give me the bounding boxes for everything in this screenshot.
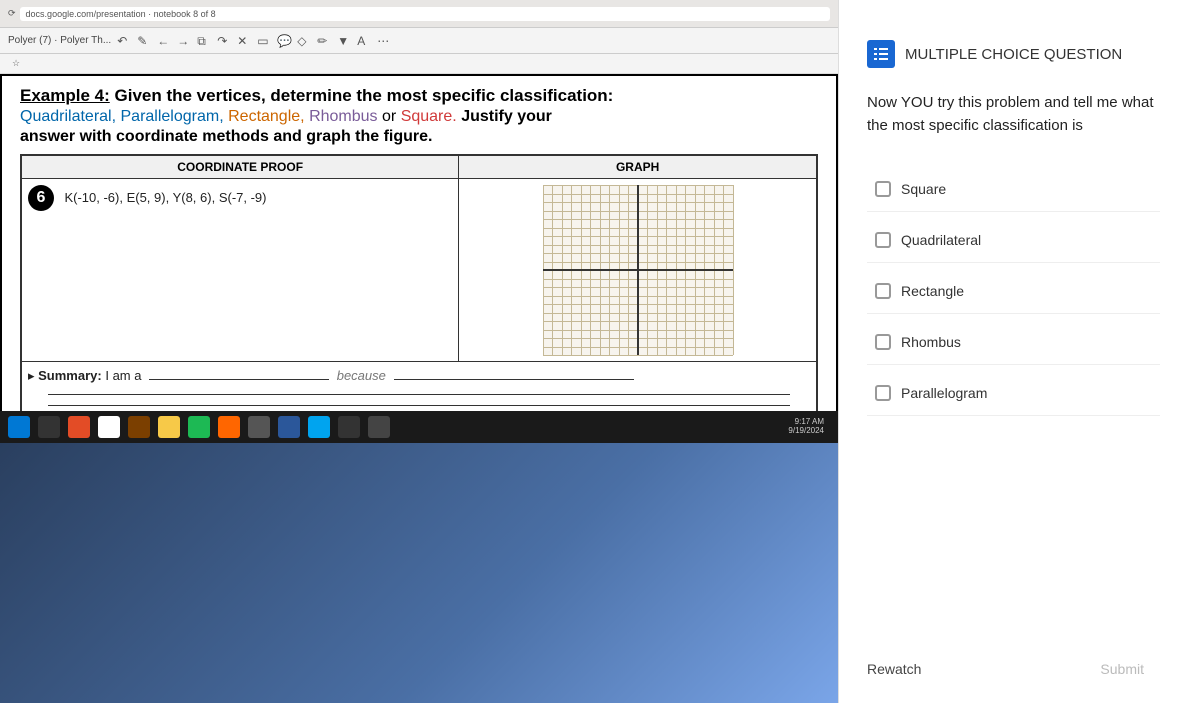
- redo-icon[interactable]: ↷: [217, 34, 231, 48]
- question-type-label: MULTIPLE CHOICE QUESTION: [905, 46, 1122, 63]
- checkbox-icon: [875, 385, 891, 401]
- word-icon[interactable]: [278, 416, 300, 438]
- spotify-icon[interactable]: [188, 416, 210, 438]
- question-footer: Rewatch Submit: [867, 637, 1160, 685]
- proof-table: COORDINATE PROOF GRAPH 6 K(-10, -6), E(5…: [20, 154, 818, 414]
- option-rhombus[interactable]: Rhombus: [867, 320, 1160, 365]
- col-coordinate-proof: COORDINATE PROOF: [21, 155, 459, 179]
- app2-icon[interactable]: [128, 416, 150, 438]
- taskbar-clock[interactable]: 9:17 AM 9/19/2024: [788, 418, 830, 436]
- browser-bar: ⟳ docs.google.com/presentation · noteboo…: [0, 0, 838, 28]
- eraser-icon[interactable]: ◇: [297, 34, 311, 48]
- shape-list: Quadrilateral, Parallelogram, Rectangle,…: [20, 108, 818, 126]
- problem-number-badge: 6: [28, 185, 54, 211]
- question-header: MULTIPLE CHOICE QUESTION: [867, 40, 1160, 68]
- app3-icon[interactable]: [338, 416, 360, 438]
- summary-row: ▸ Summary: I am a because: [21, 362, 817, 414]
- star-icon[interactable]: ☆: [12, 58, 20, 69]
- windows-taskbar[interactable]: 9:17 AM 9/19/2024: [0, 411, 838, 443]
- chrome-icon[interactable]: [98, 416, 120, 438]
- arrow-left-icon[interactable]: ←: [157, 34, 171, 48]
- list-icon: [867, 40, 895, 68]
- folder-icon[interactable]: [158, 416, 180, 438]
- checkbox-icon: [875, 181, 891, 197]
- pen-icon[interactable]: ✎: [137, 34, 151, 48]
- doc-title: Polyer (7) · Polyer Th...: [8, 35, 111, 46]
- coordinate-grid: // grid drawn after: [543, 185, 733, 355]
- desktop-wallpaper: [0, 443, 838, 703]
- checkbox-icon: [875, 334, 891, 350]
- close-icon[interactable]: ✕: [237, 34, 251, 48]
- question-panel: MULTIPLE CHOICE QUESTION Now YOU try thi…: [838, 0, 1178, 703]
- firefox-icon[interactable]: [218, 416, 240, 438]
- option-label: Parallelogram: [901, 385, 987, 401]
- option-quadrilateral[interactable]: Quadrilateral: [867, 218, 1160, 263]
- graph-cell: // grid drawn after: [459, 179, 817, 362]
- copy-icon[interactable]: ⧉: [197, 34, 211, 48]
- marker-icon[interactable]: ▼: [337, 34, 351, 48]
- rewatch-button[interactable]: Rewatch: [867, 661, 921, 677]
- doc-toolbar: Polyer (7) · Polyer Th... ↶ ✎ ← → ⧉ ↷ ✕ …: [0, 28, 838, 54]
- start-icon[interactable]: [8, 416, 30, 438]
- vertex-coords: K(-10, -6), E(5, 9), Y(8, 6), S(-7, -9): [64, 190, 266, 205]
- question-prompt: Now YOU try this problem and tell me wha…: [867, 92, 1160, 137]
- option-label: Rhombus: [901, 334, 961, 350]
- justify-note: answer with coordinate methods and graph…: [20, 128, 818, 146]
- col-graph: GRAPH: [459, 155, 817, 179]
- app4-icon[interactable]: [368, 416, 390, 438]
- undo-icon[interactable]: ↶: [117, 34, 131, 48]
- option-parallelogram[interactable]: Parallelogram: [867, 371, 1160, 416]
- option-label: Quadrilateral: [901, 232, 981, 248]
- more-icon[interactable]: ⋯: [377, 34, 391, 48]
- option-rectangle[interactable]: Rectangle: [867, 269, 1160, 314]
- submit-button[interactable]: Submit: [1084, 653, 1160, 685]
- reload-icon[interactable]: ⟳: [8, 8, 16, 19]
- option-square[interactable]: Square: [867, 167, 1160, 212]
- settings-icon[interactable]: [248, 416, 270, 438]
- example-heading: Example 4: Given the vertices, determine…: [20, 86, 818, 106]
- arrow-right-icon[interactable]: →: [177, 34, 191, 48]
- url-bar[interactable]: docs.google.com/presentation · notebook …: [20, 7, 830, 21]
- presentation-pane: ⟳ docs.google.com/presentation · noteboo…: [0, 0, 838, 703]
- comment-icon[interactable]: 💬: [277, 34, 291, 48]
- answer-list: Square Quadrilateral Rectangle Rhombus P…: [867, 167, 1160, 416]
- checkbox-icon: [875, 283, 891, 299]
- text-icon[interactable]: A: [357, 34, 371, 48]
- app-icon[interactable]: [68, 416, 90, 438]
- present-icon[interactable]: ▭: [257, 34, 271, 48]
- highlight-icon[interactable]: ✏: [317, 34, 331, 48]
- option-label: Rectangle: [901, 283, 964, 299]
- option-label: Square: [901, 181, 946, 197]
- coord-cell: 6 K(-10, -6), E(5, 9), Y(8, 6), S(-7, -9…: [21, 179, 459, 362]
- secondary-ribbon: ☆: [0, 54, 838, 74]
- search-icon[interactable]: [38, 416, 60, 438]
- checkbox-icon: [875, 232, 891, 248]
- slide-frame: Example 4: Given the vertices, determine…: [0, 74, 838, 430]
- edge-icon[interactable]: [308, 416, 330, 438]
- slide-content: Example 4: Given the vertices, determine…: [2, 76, 836, 428]
